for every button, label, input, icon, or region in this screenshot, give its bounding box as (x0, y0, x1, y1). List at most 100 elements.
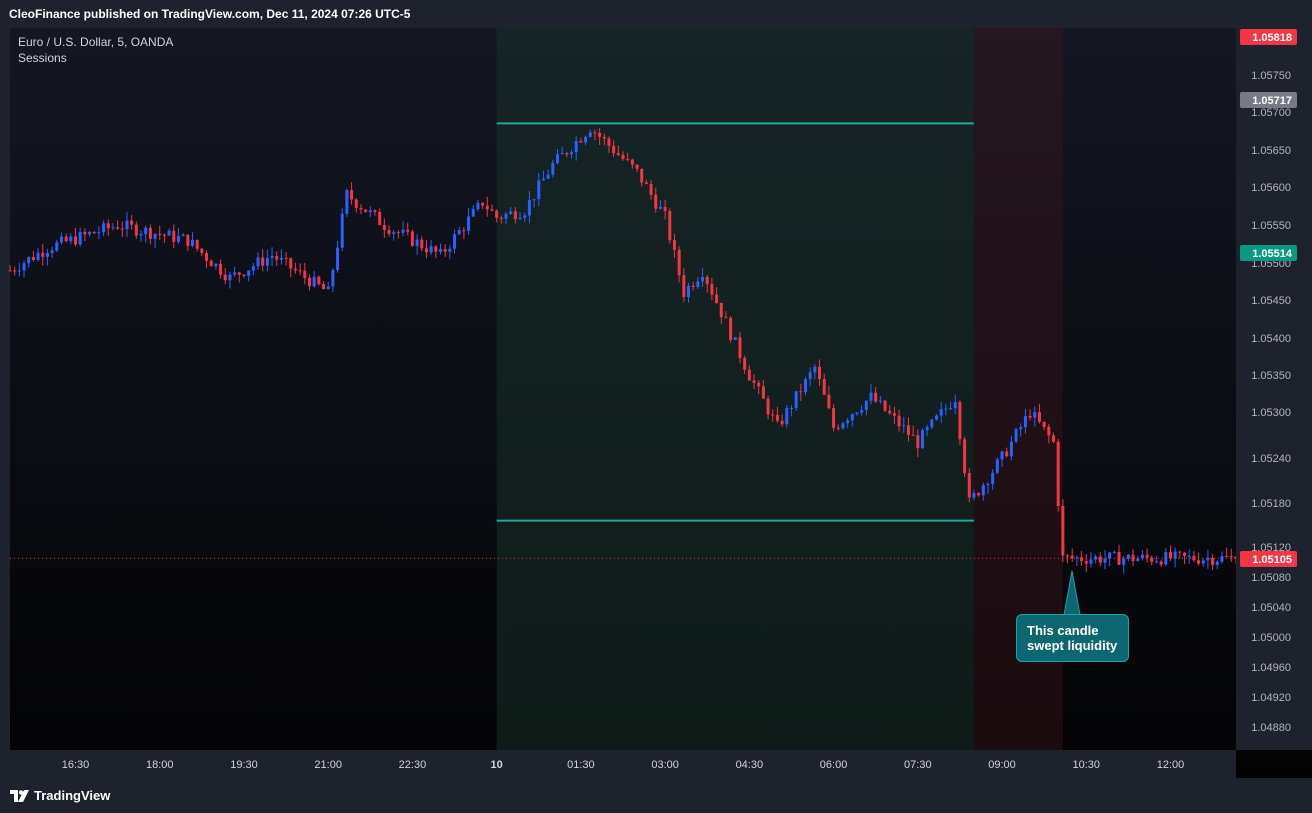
candle-body (630, 159, 634, 165)
candle (359, 204, 363, 215)
candle-body (22, 263, 26, 271)
candle (144, 225, 148, 243)
candle (148, 224, 152, 245)
symbol-label[interactable]: Euro / U.S. Dollar, 5, OANDA (18, 34, 173, 50)
candle (481, 202, 485, 209)
candle-body (902, 425, 906, 427)
candle (453, 229, 457, 254)
candle-body (485, 205, 489, 210)
candle-body (307, 277, 311, 287)
candle-body (649, 184, 653, 195)
candle (1173, 547, 1177, 568)
candle-body (111, 227, 115, 229)
candle (406, 222, 410, 236)
candle (261, 249, 265, 272)
candle-body (78, 231, 82, 245)
candle-body (803, 378, 807, 393)
candle (190, 232, 194, 248)
candle-body (102, 223, 106, 233)
candle (1197, 552, 1201, 566)
price-tick-label: 1.05450 (1251, 295, 1291, 307)
candle-body (336, 247, 340, 271)
candle-body (818, 366, 822, 380)
candle-body (892, 413, 896, 416)
candle-body (1052, 435, 1056, 442)
candle-body (457, 230, 461, 235)
candle-body (106, 223, 110, 229)
indicator-label[interactable]: Sessions (18, 50, 173, 66)
candle-body (1122, 558, 1126, 565)
candle-body (701, 277, 705, 282)
sessions-layer (496, 28, 1063, 750)
candle-body (50, 250, 54, 253)
candle-body (158, 233, 162, 235)
candle-body (663, 207, 667, 212)
candle-body (691, 285, 695, 287)
price-tick-label: 1.05550 (1251, 220, 1291, 232)
candle-body (293, 268, 297, 271)
time-tick-label: 04:30 (736, 759, 764, 771)
candle-body (434, 246, 438, 252)
candle (1108, 552, 1112, 567)
candle (64, 233, 68, 243)
price-chart[interactable]: 1.05750 1.05700 1.05650 1.05600 1.05550 1.055… (0, 0, 1312, 813)
candle-body (752, 380, 756, 383)
candle (186, 234, 190, 251)
candle-body (1136, 558, 1140, 562)
candle-body (242, 274, 246, 276)
candle (387, 225, 391, 237)
price-axis[interactable]: 1.05750 1.05700 1.05650 1.05600 1.05550 1.055… (1236, 28, 1312, 750)
candle-body (850, 414, 854, 421)
candle-body (541, 178, 545, 181)
candle-body (424, 248, 428, 253)
candle (31, 250, 35, 262)
candle (1112, 550, 1116, 554)
price-tick-label: 1.05700 (1251, 107, 1291, 119)
candle-body (944, 408, 948, 410)
candle-body (59, 236, 63, 243)
candle (1103, 550, 1107, 570)
candle (59, 232, 63, 245)
candle-body (1197, 560, 1201, 564)
candle-body (359, 207, 363, 210)
candle-body (1019, 427, 1023, 430)
candle (307, 274, 311, 291)
annotation-callout[interactable]: This candle swept liquidity (1016, 614, 1129, 662)
candle (1061, 499, 1065, 563)
candle-body (499, 217, 503, 219)
candle-body (116, 227, 120, 229)
time-tick-label: 22:30 (399, 759, 427, 771)
candle (233, 266, 237, 277)
candle-body (775, 414, 779, 421)
candle-body (214, 263, 218, 267)
candle (242, 274, 246, 278)
candle (69, 233, 73, 245)
candle-body (1201, 560, 1205, 564)
candle (467, 208, 471, 235)
candle-body (120, 228, 124, 230)
candle-body (869, 392, 873, 401)
candle-body (640, 168, 644, 183)
candle-body (1178, 551, 1182, 553)
price-tag-label: 1.05514 (1252, 248, 1293, 260)
candle-body (789, 407, 793, 409)
candle (1098, 552, 1102, 567)
candle-body (1168, 552, 1172, 559)
candle (1164, 548, 1168, 567)
candle-body (1183, 552, 1187, 556)
candle (284, 252, 288, 266)
candle (83, 228, 87, 242)
candle-body (1103, 558, 1107, 563)
candle-body (476, 202, 480, 210)
candle-body (972, 493, 976, 498)
candle-body (560, 153, 564, 155)
tradingview-brand[interactable]: TradingView (34, 788, 110, 803)
candle-body (963, 439, 967, 474)
candle-body (176, 235, 180, 242)
time-axis[interactable]: 16:30 18:00 19:30 21:00 22:30 10 01:30 03:00 04:… (10, 750, 1236, 778)
candle (1075, 555, 1079, 566)
price-tick-label: 1.05650 (1251, 145, 1291, 157)
candle-body (415, 239, 419, 246)
candle-body (916, 435, 920, 449)
candle-body (97, 232, 101, 234)
